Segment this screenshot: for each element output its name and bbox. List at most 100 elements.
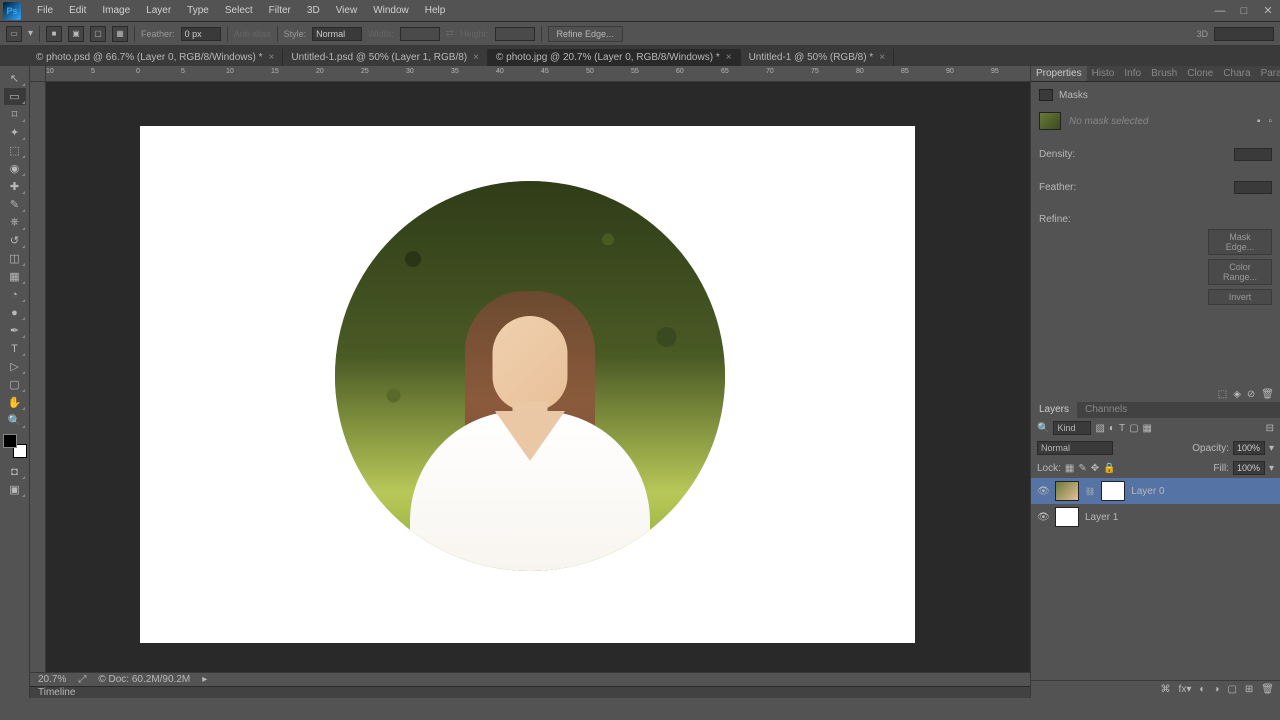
menu-view[interactable]: View xyxy=(328,2,366,19)
panel-tab-chara[interactable]: Chara xyxy=(1218,66,1255,81)
hand-tool[interactable]: ✋ xyxy=(4,394,26,411)
healing-tool[interactable]: ✚ xyxy=(4,178,26,195)
layer-name[interactable]: Layer 0 xyxy=(1131,486,1164,497)
antialias-checkbox[interactable]: Anti-alias xyxy=(234,29,271,39)
close-tab-icon[interactable]: × xyxy=(473,52,479,63)
magic-wand-tool[interactable]: ✦ xyxy=(4,124,26,141)
vector-mask-icon[interactable]: ▫ xyxy=(1268,116,1272,127)
filter-shape-icon[interactable]: ▢ xyxy=(1129,423,1138,434)
layers-tab-layers[interactable]: Layers xyxy=(1031,402,1077,418)
menu-3d[interactable]: 3D xyxy=(299,2,328,19)
shape-tool[interactable]: ▢ xyxy=(4,376,26,393)
mode-3d-select[interactable] xyxy=(1214,27,1274,41)
layer-thumbnail[interactable] xyxy=(1055,507,1079,527)
history-brush-tool[interactable]: ↺ xyxy=(4,232,26,249)
group-icon[interactable]: ▢ xyxy=(1227,684,1236,695)
lock-pixels-icon[interactable]: ✎ xyxy=(1078,463,1086,474)
filter-type-icon[interactable]: T xyxy=(1119,423,1125,434)
screen-mode-tool[interactable]: ▣ xyxy=(4,481,26,498)
panel-tab-properties[interactable]: Properties xyxy=(1031,66,1087,81)
filter-icon[interactable]: 🔍 xyxy=(1037,423,1049,434)
layer-row[interactable]: 👁Layer 1 xyxy=(1031,504,1280,530)
color-swatches[interactable] xyxy=(3,434,27,458)
selection-add-icon[interactable]: ▣ xyxy=(68,26,84,42)
mode-3d-label[interactable]: 3D xyxy=(1196,29,1208,39)
eraser-tool[interactable]: ◫ xyxy=(4,250,26,267)
zoom-tool[interactable]: 🔍 xyxy=(4,412,26,429)
lock-position-icon[interactable]: ✥ xyxy=(1091,463,1099,474)
arrow-icon[interactable]: ▸ xyxy=(202,674,207,685)
feather-input[interactable] xyxy=(181,27,221,41)
document-tab[interactable]: © photo.psd @ 66.7% (Layer 0, RGB/8/Wind… xyxy=(28,49,283,66)
apply-mask-icon[interactable]: ◈ xyxy=(1233,389,1241,400)
link-icon[interactable]: ⛓ xyxy=(1085,487,1095,496)
panel-tab-brush[interactable]: Brush xyxy=(1146,66,1182,81)
layer-thumbnail[interactable] xyxy=(1055,481,1079,501)
layer-name[interactable]: Layer 1 xyxy=(1085,512,1118,523)
filter-smart-icon[interactable]: ▦ xyxy=(1143,423,1152,434)
dropdown-icon[interactable]: ▾ xyxy=(28,28,33,39)
dodge-tool[interactable]: ● xyxy=(4,304,26,321)
layer-row[interactable]: 👁 ⛓ Layer 0 xyxy=(1031,478,1280,504)
disable-mask-icon[interactable]: ⊘ xyxy=(1247,389,1255,400)
brush-tool[interactable]: ✎ xyxy=(4,196,26,213)
pixel-mask-icon[interactable]: ▪ xyxy=(1257,116,1261,127)
path-select-tool[interactable]: ▷ xyxy=(4,358,26,375)
menu-help[interactable]: Help xyxy=(417,2,454,19)
quick-mask-tool[interactable]: ◘ xyxy=(4,463,26,480)
new-layer-icon[interactable]: ⊞ xyxy=(1245,684,1253,695)
layer-mask-icon[interactable]: ◐ xyxy=(1199,684,1205,695)
blur-tool[interactable]: ◔ xyxy=(4,286,26,303)
timeline-label[interactable]: Timeline xyxy=(38,687,75,698)
expand-icon[interactable]: ⤢ xyxy=(78,674,86,685)
zoom-level[interactable]: 20.7% xyxy=(38,674,66,685)
menu-layer[interactable]: Layer xyxy=(138,2,179,19)
menu-select[interactable]: Select xyxy=(217,2,261,19)
lock-all-icon[interactable]: 🔒 xyxy=(1103,463,1115,474)
opacity-input[interactable] xyxy=(1233,441,1265,455)
mask-edge-button[interactable]: Mask Edge... xyxy=(1208,229,1272,255)
blend-mode-select[interactable] xyxy=(1037,441,1113,455)
gradient-tool[interactable]: ▦ xyxy=(4,268,26,285)
close-tab-icon[interactable]: × xyxy=(269,52,275,63)
filter-toggle[interactable]: ⊟ xyxy=(1266,423,1274,434)
panel-tab-clone[interactable]: Clone xyxy=(1182,66,1218,81)
menu-window[interactable]: Window xyxy=(365,2,417,19)
mask-thumbnail[interactable] xyxy=(1101,481,1125,501)
tool-preset-icon[interactable]: ▭ xyxy=(6,26,22,42)
document-tab[interactable]: © photo.jpg @ 20.7% (Layer 0, RGB/8/Wind… xyxy=(488,49,741,66)
visibility-icon[interactable]: 👁 xyxy=(1037,486,1049,497)
style-select[interactable] xyxy=(312,27,362,41)
selection-new-icon[interactable]: ■ xyxy=(46,26,62,42)
link-layers-icon[interactable]: ⌘ xyxy=(1161,684,1171,695)
document-tab[interactable]: Untitled-1 @ 50% (RGB/8) *× xyxy=(741,49,894,66)
selection-subtract-icon[interactable]: ▢ xyxy=(90,26,106,42)
delete-mask-icon[interactable]: 🗑 xyxy=(1261,389,1274,400)
menu-edit[interactable]: Edit xyxy=(61,2,94,19)
close-button[interactable]: ✕ xyxy=(1256,2,1280,20)
delete-layer-icon[interactable]: 🗑 xyxy=(1261,684,1274,695)
move-tool[interactable]: ↖ xyxy=(4,70,26,87)
dropdown-icon[interactable]: ▾ xyxy=(1269,463,1274,474)
type-tool[interactable]: T xyxy=(4,340,26,357)
maximize-button[interactable]: □ xyxy=(1232,2,1256,20)
filter-kind[interactable] xyxy=(1053,421,1091,435)
mask-mode-icon[interactable] xyxy=(1039,89,1053,101)
filter-pixel-icon[interactable]: ▧ xyxy=(1095,423,1104,434)
invert-button[interactable]: Invert xyxy=(1208,289,1272,305)
menu-file[interactable]: File xyxy=(29,2,61,19)
panel-tab-info[interactable]: Info xyxy=(1119,66,1146,81)
lock-transparency-icon[interactable]: ▦ xyxy=(1065,463,1074,474)
close-tab-icon[interactable]: × xyxy=(726,52,732,63)
selection-intersect-icon[interactable]: ▦ xyxy=(112,26,128,42)
document-canvas[interactable] xyxy=(140,126,915,643)
filter-adjust-icon[interactable]: ◐ xyxy=(1109,423,1115,434)
pen-tool[interactable]: ✒ xyxy=(4,322,26,339)
color-range-button[interactable]: Color Range... xyxy=(1208,259,1272,285)
swap-icon[interactable]: ⇄ xyxy=(446,28,454,39)
load-selection-icon[interactable]: ⬚ xyxy=(1218,389,1227,400)
minimize-button[interactable]: — xyxy=(1208,2,1232,20)
document-tab[interactable]: Untitled-1.psd @ 50% (Layer 1, RGB/8)× xyxy=(283,49,488,66)
eyedropper-tool[interactable]: ◉ xyxy=(4,160,26,177)
fill-input[interactable] xyxy=(1233,461,1265,475)
